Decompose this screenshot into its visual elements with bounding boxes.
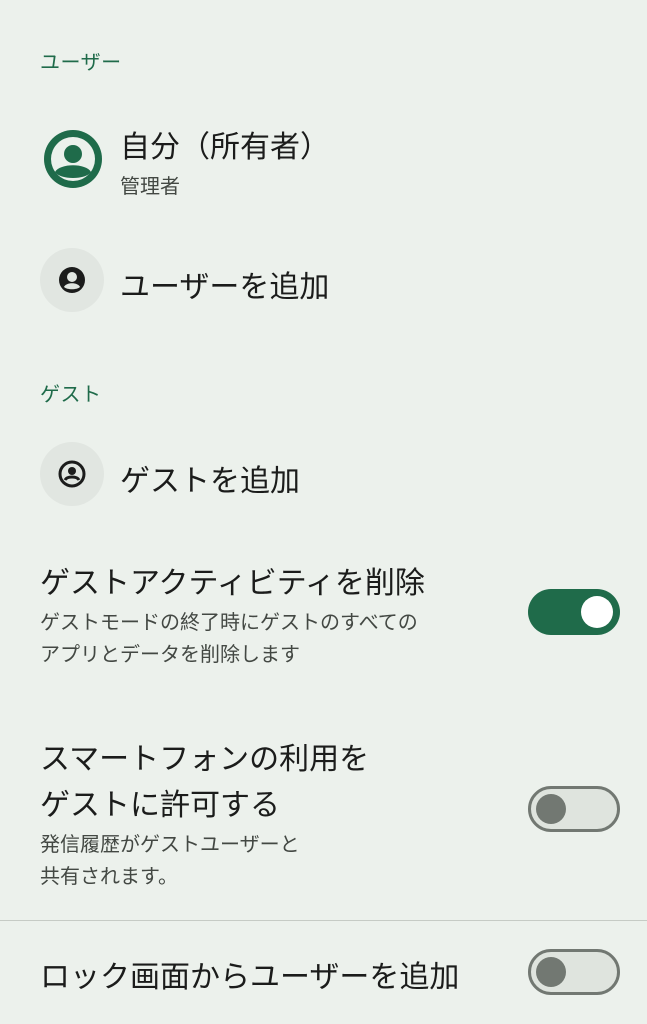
owner-role: 管理者 bbox=[120, 174, 180, 198]
owner-name: 自分（所有者） bbox=[120, 130, 330, 165]
allow-guest-calls-desc-line1: 発信履歴がゲストユーザーと bbox=[40, 832, 300, 856]
add-users-from-lockscreen-row[interactable]: ロック画面からユーザーを追加 bbox=[0, 936, 647, 1012]
add-user-label: ユーザーを追加 bbox=[120, 270, 330, 305]
divider bbox=[0, 920, 647, 921]
allow-guest-calls-title-line1: スマートフォンの利用を bbox=[40, 742, 370, 777]
toggle-knob bbox=[581, 596, 613, 628]
person-add-icon bbox=[40, 248, 104, 312]
guest-section-header: ゲスト bbox=[40, 382, 102, 406]
delete-guest-activity-desc-line2: アプリとデータを削除します bbox=[40, 642, 300, 666]
delete-guest-activity-row[interactable]: ゲストアクティビティを削除 ゲストモードの終了時にゲストのすべての アプリとデー… bbox=[0, 550, 647, 680]
add-guest-label: ゲストを追加 bbox=[120, 464, 300, 499]
allow-guest-calls-title-line2: ゲストに許可する bbox=[40, 788, 280, 823]
delete-guest-activity-toggle[interactable] bbox=[528, 589, 620, 635]
account-circle-icon bbox=[44, 130, 102, 188]
add-user-row[interactable]: ユーザーを追加 bbox=[0, 240, 647, 324]
allow-guest-calls-desc-line2: 共有されます。 bbox=[40, 864, 178, 888]
users-section-header: ユーザー bbox=[40, 50, 122, 74]
toggle-knob bbox=[536, 794, 566, 824]
allow-guest-calls-toggle[interactable] bbox=[528, 786, 620, 832]
allow-guest-calls-row[interactable]: スマートフォンの利用を ゲストに許可する 発信履歴がゲストユーザーと 共有されま… bbox=[0, 728, 647, 898]
toggle-knob bbox=[536, 957, 566, 987]
delete-guest-activity-desc-line1: ゲストモードの終了時にゲストのすべての bbox=[40, 610, 418, 634]
delete-guest-activity-title: ゲストアクティビティを削除 bbox=[40, 566, 425, 601]
add-guest-row[interactable]: ゲストを追加 bbox=[0, 434, 647, 518]
owner-user-row[interactable]: 自分（所有者） 管理者 bbox=[0, 108, 647, 208]
guest-icon bbox=[40, 442, 104, 506]
add-users-from-lockscreen-title: ロック画面からユーザーを追加 bbox=[40, 960, 460, 995]
add-users-from-lockscreen-toggle[interactable] bbox=[528, 949, 620, 995]
